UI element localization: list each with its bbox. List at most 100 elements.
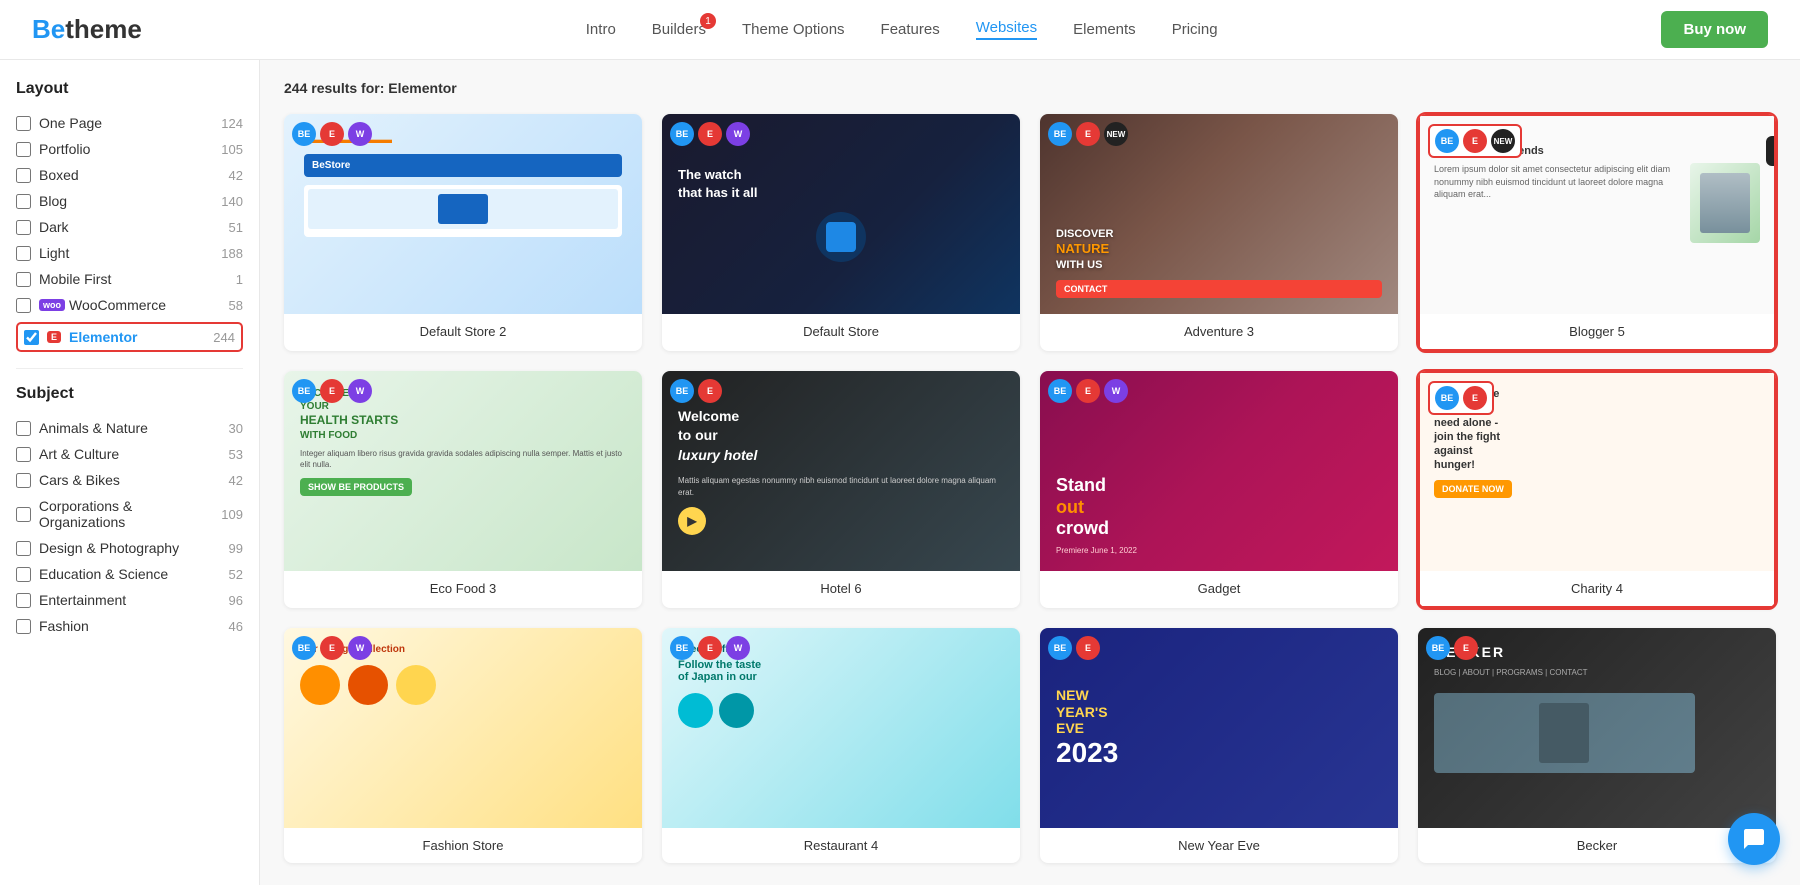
elementor-tooltip: Elementor-ready templates [1766,136,1776,166]
checkbox-light[interactable] [16,246,31,261]
checkbox-mobile-first[interactable] [16,272,31,287]
checkbox-blog[interactable] [16,194,31,209]
buy-now-button[interactable]: Buy now [1661,11,1768,48]
badge-be: BE [1048,379,1072,403]
card-thumb-eco-food-3: BE E W BECAUSEYOURHEALTH STARTSWITH FOOD… [284,371,642,571]
results-count: 244 [284,80,307,96]
badge-el: E [1076,122,1100,146]
card-row3b[interactable]: BE E W Special offer Follow the tasteof … [662,628,1020,863]
count-fashion: 46 [229,619,243,634]
card-name-charity-4: Charity 4 [1418,571,1776,608]
filter-entertainment[interactable]: Entertainment 96 [16,587,243,613]
checkbox-woocommerce[interactable] [16,298,31,313]
builders-badge: 1 [700,13,716,29]
badge-be: BE [670,122,694,146]
filter-light[interactable]: Light 188 [16,240,243,266]
count-blog: 140 [221,194,243,209]
checkbox-education[interactable] [16,567,31,582]
nav-intro[interactable]: Intro [586,21,616,38]
content-area: 244 results for: Elementor BE E W ▬▬▬▬▬▬… [260,60,1800,885]
nav-theme-options[interactable]: Theme Options [742,21,845,38]
card-blogger-5[interactable]: BE E NEW Elementor-ready templates [1418,114,1776,351]
checkbox-dark[interactable] [16,220,31,235]
count-dark: 51 [229,220,243,235]
card-badges-row3a: BE E W [292,636,372,660]
card-name-row3a: Fashion Store [284,828,642,863]
card-badges-eco-food-3: BE E W [292,379,372,403]
checkbox-elementor[interactable] [24,330,39,345]
card-charity-4[interactable]: BE E Do not leavechildren inneed al [1418,371,1776,608]
badge-el: E [698,379,722,403]
filter-art[interactable]: Art & Culture 53 [16,441,243,467]
filter-elementor[interactable]: E Elementor 244 [16,322,243,352]
badge-be: BE [670,636,694,660]
badge-woo: W [348,122,372,146]
card-thumb-default-store: BE E W The watchthat has it all [662,114,1020,314]
checkbox-one-page[interactable] [16,116,31,131]
badge-el: E [320,122,344,146]
card-hotel-6[interactable]: BE E Welcometo ourluxury hotel Mattis al… [662,371,1020,608]
logo[interactable]: Betheme [32,14,142,45]
nav-pricing[interactable]: Pricing [1172,21,1218,38]
nav-builders[interactable]: Builders 1 [652,21,706,38]
card-row3c[interactable]: BE E NEWYEAR'SEVE 2023 New Year Eve [1040,628,1398,863]
nav-features[interactable]: Features [881,21,940,38]
checkbox-art[interactable] [16,447,31,462]
filter-blog[interactable]: Blog 140 [16,188,243,214]
card-row3a[interactable]: BE E W Our orange Collection Fashion Sto… [284,628,642,863]
checkbox-portfolio[interactable] [16,142,31,157]
checkbox-boxed[interactable] [16,168,31,183]
filter-fashion[interactable]: Fashion 46 [16,613,243,639]
badge-be-blogger: BE [1435,129,1459,153]
badge-be: BE [1426,636,1450,660]
card-name-row3c: New Year Eve [1040,828,1398,863]
filter-design[interactable]: Design & Photography 99 [16,535,243,561]
nav-websites[interactable]: Websites [976,19,1037,40]
checkbox-entertainment[interactable] [16,593,31,608]
nav-elements[interactable]: Elements [1073,21,1136,38]
checkbox-design[interactable] [16,541,31,556]
badge-be: BE [670,379,694,403]
card-gadget[interactable]: BE E W Standoutcrowd Premiere June 1, 20… [1040,371,1398,608]
checkbox-animals[interactable] [16,421,31,436]
checkbox-corps[interactable] [16,507,31,522]
card-badges-default-store-2: BE E W [292,122,372,146]
card-eco-food-3[interactable]: BE E W BECAUSEYOURHEALTH STARTSWITH FOOD… [284,371,642,608]
card-default-store[interactable]: BE E W The watchthat has it all Default … [662,114,1020,351]
card-name-adventure-3: Adventure 3 [1040,314,1398,349]
card-badges-row3b: BE E W [670,636,750,660]
filter-boxed[interactable]: Boxed 42 [16,162,243,188]
card-name-hotel-6: Hotel 6 [662,571,1020,606]
card-badges-adventure-3: BE E NEW [1048,122,1128,146]
card-row3d[interactable]: BE E BECKER BLOG | ABOUT | PROGRAMS | CO… [1418,628,1776,863]
card-thumb-row3a: BE E W Our orange Collection [284,628,642,828]
badge-el: E [1454,636,1478,660]
filter-one-page[interactable]: One Page 124 [16,110,243,136]
filter-education[interactable]: Education & Science 52 [16,561,243,587]
badge-be: BE [1048,636,1072,660]
badge-el: E [698,122,722,146]
filter-cars[interactable]: Cars & Bikes 42 [16,467,243,493]
header: Betheme Intro Builders 1 Theme Options F… [0,0,1800,60]
card-adventure-3[interactable]: BE E NEW DISCOVERNATUREWITH US CONTACT A… [1040,114,1398,351]
badge-new: NEW [1104,122,1128,146]
count-portfolio: 105 [221,142,243,157]
checkbox-fashion[interactable] [16,619,31,634]
filter-mobile-first[interactable]: Mobile First 1 [16,266,243,292]
badge-be: BE [292,379,316,403]
filter-animals[interactable]: Animals & Nature 30 [16,415,243,441]
card-thumb-gadget: BE E W Standoutcrowd Premiere June 1, 20… [1040,371,1398,571]
results-bar: 244 results for: Elementor [284,80,1776,96]
badge-el: E [1076,636,1100,660]
filter-woocommerce[interactable]: woo WooCommerce 58 [16,292,243,318]
card-default-store-2[interactable]: BE E W ▬▬▬▬▬▬▬▬ BeStore Defau [284,114,642,351]
checkbox-cars[interactable] [16,473,31,488]
count-design: 99 [229,541,243,556]
card-thumb-charity-4: BE E Do not leavechildren inneed al [1418,371,1776,571]
filter-portfolio[interactable]: Portfolio 105 [16,136,243,162]
badge-woo: W [726,122,750,146]
card-name-blogger-5: Blogger 5 [1418,314,1776,351]
filter-dark[interactable]: Dark 51 [16,214,243,240]
chat-bubble-button[interactable] [1728,813,1780,865]
filter-corps[interactable]: Corporations & Organizations 109 [16,493,243,535]
